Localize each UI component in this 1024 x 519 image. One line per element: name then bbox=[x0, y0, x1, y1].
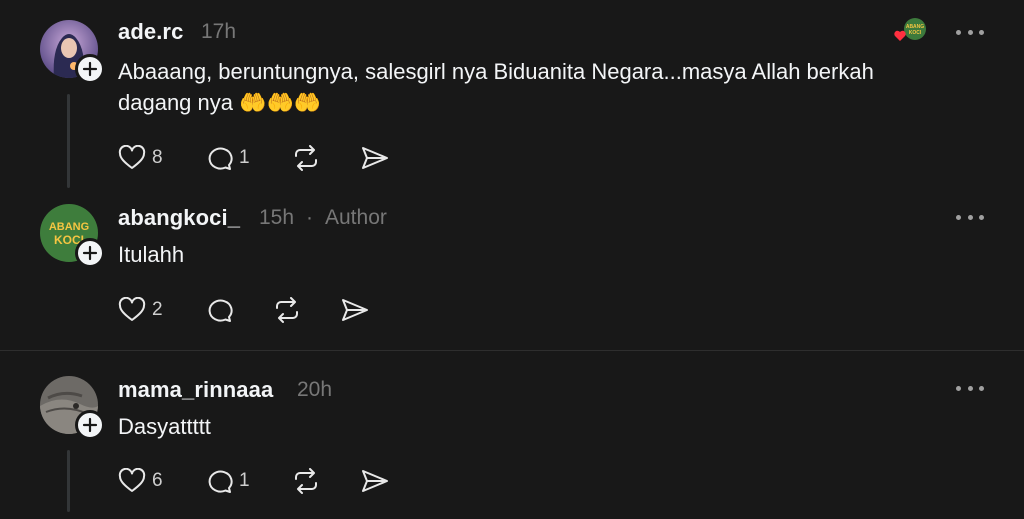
reply-count: 1 bbox=[239, 147, 250, 168]
repost-icon bbox=[295, 145, 317, 171]
timestamp: 17h bbox=[201, 20, 237, 43]
post-mama-rinnaaa: mama_rinnaaa 20h Dasyattttt 6 1 bbox=[0, 351, 1024, 519]
separator-dot: · bbox=[306, 206, 313, 229]
comment-icon bbox=[208, 470, 233, 493]
send-icon bbox=[342, 299, 368, 321]
timestamp: 20h bbox=[297, 378, 333, 401]
thread-line bbox=[67, 94, 70, 188]
plus-icon bbox=[82, 245, 98, 261]
reply-text: Abaaang, beruntungnya, salesgirl nya Bid… bbox=[118, 56, 978, 118]
post-abangkoci: ABANG KOCI abangkoci_ 15h · Author Itula… bbox=[0, 190, 1024, 350]
more-options-button[interactable] bbox=[956, 212, 984, 222]
like-button[interactable]: 8 bbox=[118, 145, 163, 171]
more-options-button[interactable] bbox=[956, 383, 984, 393]
like-count: 8 bbox=[152, 147, 163, 168]
follow-plus-button[interactable] bbox=[75, 410, 105, 440]
repost-button[interactable] bbox=[291, 468, 321, 494]
repost-button[interactable] bbox=[272, 297, 302, 323]
follow-plus-button[interactable] bbox=[75, 54, 105, 84]
username[interactable]: abangkoci_ bbox=[118, 205, 240, 231]
thread-line bbox=[67, 450, 70, 512]
reply-button[interactable]: 1 bbox=[205, 468, 250, 494]
share-button[interactable] bbox=[360, 468, 390, 494]
username[interactable]: ade.rc bbox=[118, 19, 183, 45]
like-button[interactable]: 2 bbox=[118, 297, 163, 323]
timestamp: 15h bbox=[259, 206, 295, 229]
reply-button[interactable] bbox=[205, 297, 239, 323]
comment-icon bbox=[208, 147, 233, 170]
plus-icon bbox=[82, 61, 98, 77]
share-button[interactable] bbox=[360, 145, 390, 171]
post-ade-rc: ade.rc 17h ABANG KOCI Abaaang, beruntung… bbox=[0, 0, 1024, 190]
comment-icon bbox=[208, 299, 233, 322]
send-icon bbox=[362, 147, 388, 169]
like-button[interactable]: 6 bbox=[118, 468, 163, 494]
reply-text-line: dagang nya 🤲🤲🤲 bbox=[118, 90, 322, 115]
author-liked-badge: ABANG KOCI bbox=[893, 17, 929, 45]
like-count: 6 bbox=[152, 470, 163, 491]
svg-text:KOCI: KOCI bbox=[909, 30, 922, 36]
svg-text:ABANG: ABANG bbox=[49, 221, 89, 233]
reply-text-line: Abaaang, beruntungnya, salesgirl nya Bid… bbox=[118, 59, 874, 84]
reply-text: Dasyattttt bbox=[118, 411, 978, 442]
heart-icon bbox=[118, 468, 146, 492]
reply-text: Itulahh bbox=[118, 239, 978, 270]
author-tag: Author bbox=[325, 206, 387, 229]
repost-icon bbox=[276, 297, 298, 323]
share-button[interactable] bbox=[340, 297, 370, 323]
heart-icon bbox=[118, 297, 146, 321]
reply-count: 1 bbox=[239, 470, 250, 491]
reply-text-line: Dasyattttt bbox=[118, 414, 211, 439]
repost-icon bbox=[295, 468, 317, 494]
like-count: 2 bbox=[152, 299, 163, 320]
send-icon bbox=[362, 470, 388, 492]
reply-text-line: Itulahh bbox=[118, 242, 185, 267]
reply-button[interactable]: 1 bbox=[205, 145, 250, 171]
username[interactable]: mama_rinnaaa bbox=[118, 377, 273, 403]
more-options-button[interactable] bbox=[956, 27, 984, 37]
follow-plus-button[interactable] bbox=[75, 238, 105, 268]
heart-icon bbox=[118, 145, 146, 169]
author-liked-icon: ABANG KOCI bbox=[894, 18, 926, 41]
plus-icon bbox=[82, 417, 98, 433]
repost-button[interactable] bbox=[291, 145, 321, 171]
